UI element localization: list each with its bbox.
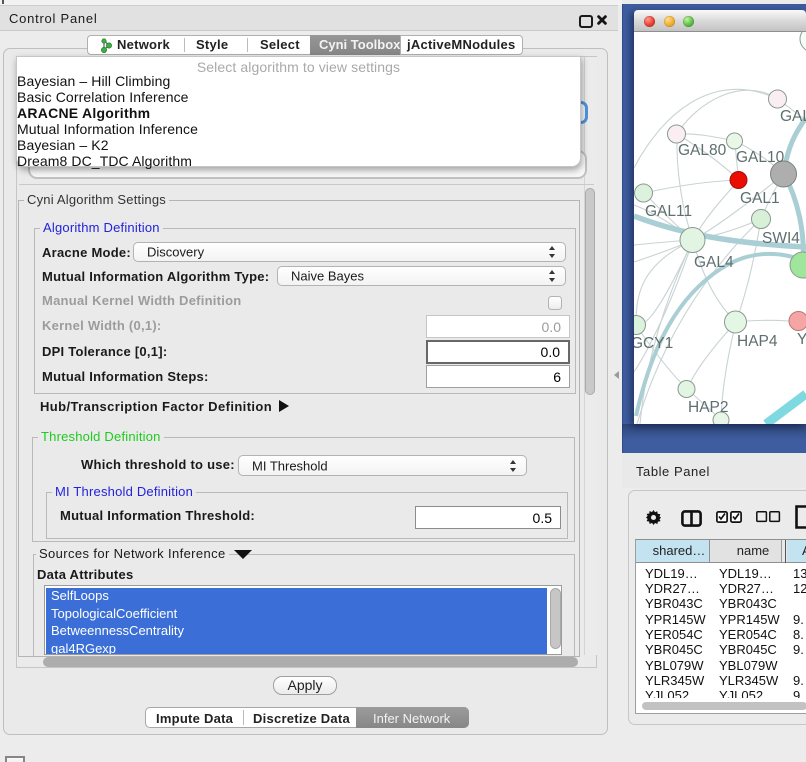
svg-text:GAL4: GAL4 — [694, 254, 734, 271]
svg-text:GAL1: GAL1 — [740, 190, 780, 207]
svg-text:SWI4: SWI4 — [762, 230, 800, 247]
svg-text:GCY1: GCY1 — [634, 335, 673, 352]
svg-text:GAL: GAL — [780, 108, 806, 125]
svg-text:Y: Y — [797, 331, 806, 348]
svg-text:HAP4: HAP4 — [737, 333, 778, 350]
svg-text:HAP2: HAP2 — [688, 399, 729, 416]
svg-text:GAL11: GAL11 — [645, 203, 692, 220]
svg-text:GAL10: GAL10 — [736, 149, 785, 166]
svg-text:GAL80: GAL80 — [678, 142, 727, 159]
